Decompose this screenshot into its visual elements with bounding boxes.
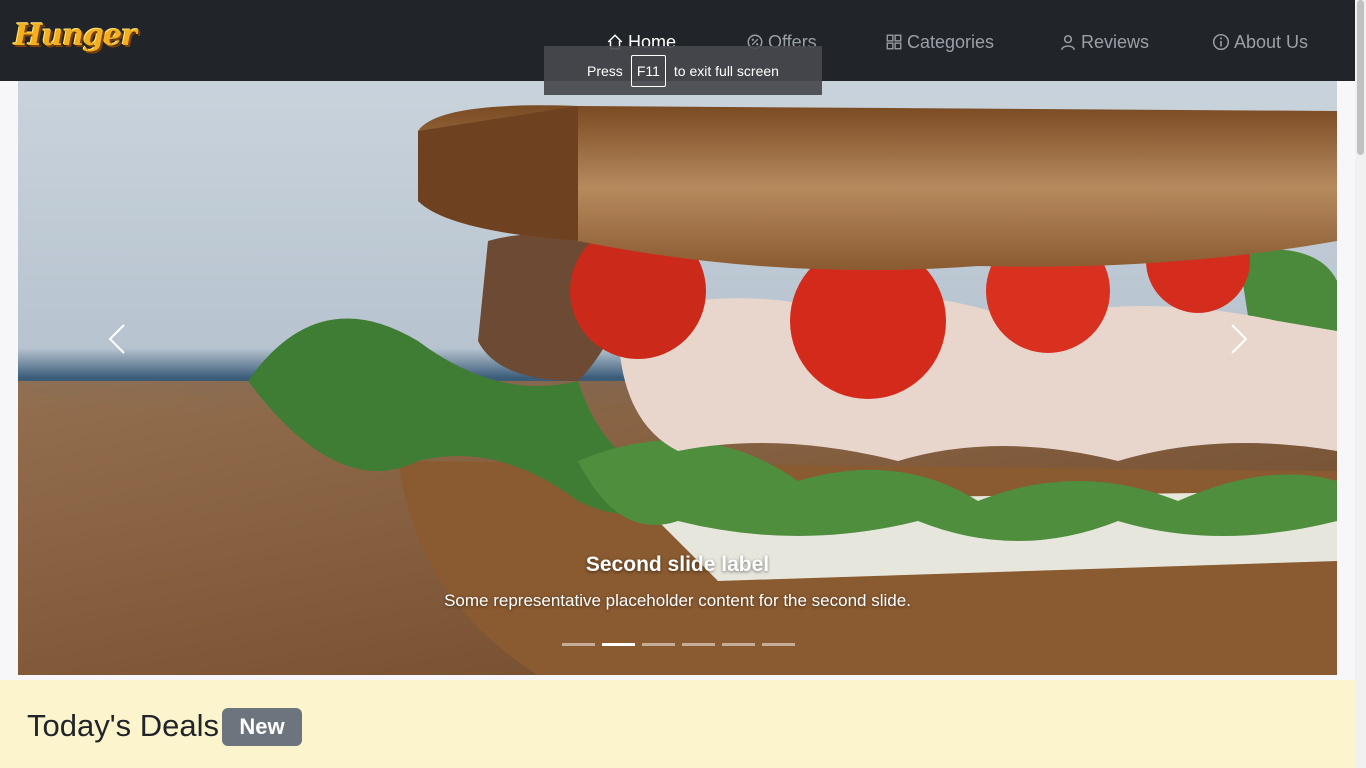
chevron-right-icon	[1231, 324, 1248, 354]
nav-reviews[interactable]: Reviews	[1059, 30, 1149, 54]
nav-reviews-label: Reviews	[1081, 31, 1150, 52]
nav-about-label: About Us	[1234, 31, 1309, 52]
person-icon	[1061, 35, 1075, 51]
fullscreen-toast: Press F11 to exit full screen	[544, 46, 822, 95]
brand-logo-text: Hunger	[14, 18, 137, 53]
carousel-indicator-active[interactable]	[602, 643, 635, 646]
grid-icon	[886, 34, 902, 50]
nav-about[interactable]: About Us	[1212, 30, 1308, 54]
info-icon	[1212, 33, 1230, 51]
carousel-next-button[interactable]	[1218, 319, 1258, 359]
brand-logo[interactable]: Hunger	[14, 12, 137, 68]
chevron-left-icon	[108, 324, 125, 354]
slide-image	[18, 81, 1337, 675]
carousel-indicator[interactable]	[762, 643, 795, 646]
carousel-indicator[interactable]	[682, 643, 715, 646]
carousel-indicator[interactable]	[562, 643, 595, 646]
fullscreen-toast-after: to exit full screen	[673, 62, 779, 79]
page-scrollbar[interactable]	[1355, 0, 1366, 768]
fullscreen-toast-before: Press	[587, 62, 623, 79]
scrollbar-thumb[interactable]	[1357, 0, 1364, 155]
carousel-indicator[interactable]	[722, 643, 755, 646]
carousel-indicator[interactable]	[642, 643, 675, 646]
carousel-indicators	[562, 643, 795, 646]
carousel-prev-button[interactable]	[98, 319, 138, 359]
nav-categories[interactable]: Categories	[885, 30, 994, 54]
nav-categories-label: Categories	[907, 31, 995, 52]
carousel-caption-title: Second slide label	[585, 553, 770, 576]
fullscreen-toast-key: F11	[630, 54, 666, 87]
deals-section: Today's Deals New	[0, 680, 1355, 768]
carousel-caption-text: Some representative placeholder content …	[444, 591, 911, 610]
new-badge: New	[222, 708, 302, 746]
hero-carousel: Second slide label Some representative p…	[18, 81, 1337, 675]
deals-title: Today's Deals	[27, 708, 220, 743]
